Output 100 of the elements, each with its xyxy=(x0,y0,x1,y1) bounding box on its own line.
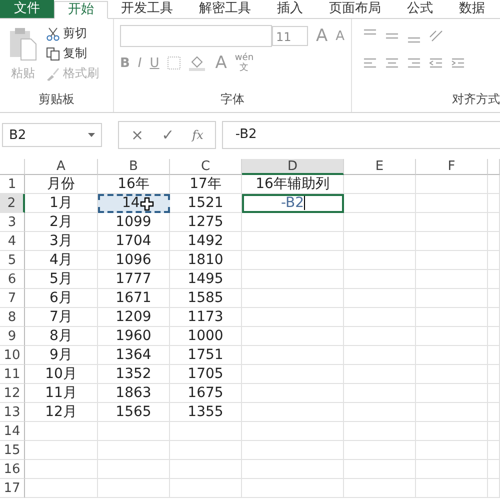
table-cell: 1352 xyxy=(98,365,170,384)
select-all-corner[interactable] xyxy=(0,159,25,175)
table-cell xyxy=(344,403,416,422)
table-cell xyxy=(488,346,500,365)
copy-button[interactable]: 复制 xyxy=(46,45,99,62)
ribbon-tab[interactable]: 公式 xyxy=(394,0,446,18)
table-cell: 2月 xyxy=(25,213,98,232)
group-label: 对齐方式 xyxy=(451,91,500,108)
table-cell: 16年辅助列 xyxy=(242,175,344,194)
table-cell: 7月 xyxy=(25,308,98,327)
insert-function-button[interactable]: fx xyxy=(192,128,204,142)
cancel-button[interactable]: × xyxy=(131,126,144,144)
table-cell: 1777 xyxy=(98,270,170,289)
table-cell: 1960 xyxy=(98,327,170,346)
table-cell xyxy=(416,175,488,194)
fill-bucket-icon xyxy=(189,55,208,71)
table-cell xyxy=(170,460,242,479)
table-cell: 11月 xyxy=(25,384,98,403)
table-cell xyxy=(416,460,488,479)
row-header[interactable]: 12 xyxy=(0,384,25,403)
row-header[interactable]: 17 xyxy=(0,479,25,498)
ribbon-tab[interactable]: 页面布局 xyxy=(316,0,394,18)
row-header[interactable]: 15 xyxy=(0,441,25,460)
table-cell xyxy=(344,213,416,232)
name-box[interactable]: B2 xyxy=(2,123,102,147)
table-cell xyxy=(344,479,416,498)
table-cell: 1565 xyxy=(98,403,170,422)
ribbon-tab[interactable]: 解密工具 xyxy=(186,0,264,18)
table-cell xyxy=(344,175,416,194)
border-icon xyxy=(167,56,182,70)
row-header[interactable]: 2 xyxy=(0,194,25,213)
table-cell xyxy=(488,422,500,441)
table-cell xyxy=(416,289,488,308)
table-cell xyxy=(416,441,488,460)
column-header[interactable]: F xyxy=(416,159,488,175)
row-header[interactable]: 16 xyxy=(0,460,25,479)
ribbon-tab[interactable]: 插入 xyxy=(264,0,316,18)
table-cell: 1704 xyxy=(98,232,170,251)
table-cell: 10月 xyxy=(25,365,98,384)
table-cell: 1355 xyxy=(170,403,242,422)
row-header[interactable]: 13 xyxy=(0,403,25,422)
table-cell xyxy=(416,422,488,441)
row-header[interactable]: 14 xyxy=(0,422,25,441)
ribbon-tab[interactable]: 文件 xyxy=(0,0,54,18)
row-header[interactable]: 3 xyxy=(0,213,25,232)
table-cell xyxy=(344,251,416,270)
column-header[interactable]: D xyxy=(242,159,344,175)
ribbon-tab[interactable]: 开发工具 xyxy=(108,0,186,18)
table-cell xyxy=(488,365,500,384)
group-label: 剪贴板 xyxy=(38,91,76,108)
table-cell: 1705 xyxy=(170,365,242,384)
table-cell: 1209 xyxy=(98,308,170,327)
brush-icon xyxy=(46,66,60,80)
column-header[interactable]: B xyxy=(98,159,170,175)
table-cell xyxy=(98,441,170,460)
table-cell xyxy=(416,270,488,289)
table-cell xyxy=(170,479,242,498)
table-cell xyxy=(344,365,416,384)
row-header[interactable]: 6 xyxy=(0,270,25,289)
table-cell xyxy=(344,289,416,308)
table-cell xyxy=(488,194,500,213)
column-header[interactable]: A xyxy=(25,159,98,175)
phonetic-button[interactable]: wén 文 xyxy=(234,53,254,73)
table-cell: 8月 xyxy=(25,327,98,346)
table-cell xyxy=(344,308,416,327)
table-cell xyxy=(344,460,416,479)
copy-icon xyxy=(46,46,60,60)
row-header[interactable]: 7 xyxy=(0,289,25,308)
enter-button[interactable]: ✓ xyxy=(162,126,174,144)
row-header[interactable]: 4 xyxy=(0,232,25,251)
table-cell xyxy=(416,479,488,498)
table-cell xyxy=(344,270,416,289)
table-cell xyxy=(344,346,416,365)
table-cell xyxy=(488,308,500,327)
table-cell xyxy=(98,422,170,441)
formula-field[interactable]: -B2 xyxy=(222,121,500,149)
table-cell xyxy=(416,213,488,232)
font-name-field[interactable] xyxy=(120,25,272,47)
table-cell: 1675 xyxy=(170,384,242,403)
table-cell: -B2 xyxy=(242,194,344,213)
table-cell xyxy=(416,384,488,403)
row-header[interactable]: 8 xyxy=(0,308,25,327)
cut-button[interactable]: 剪切 xyxy=(46,25,99,42)
row-header[interactable]: 5 xyxy=(0,251,25,270)
table-cell xyxy=(488,384,500,403)
font-size-field[interactable]: 11 xyxy=(272,26,308,46)
table-cell: 月份 xyxy=(25,175,98,194)
table-cell xyxy=(416,327,488,346)
table-cell xyxy=(344,422,416,441)
row-header[interactable]: 9 xyxy=(0,327,25,346)
clipboard-icon xyxy=(8,27,38,61)
column-header[interactable]: E xyxy=(344,159,416,175)
row-header[interactable]: 11 xyxy=(0,365,25,384)
table-cell: 14 xyxy=(98,194,170,213)
table-cell xyxy=(344,327,416,346)
table-cell xyxy=(416,308,488,327)
row-header[interactable]: 10 xyxy=(0,346,25,365)
ribbon-tab[interactable]: 开始 xyxy=(54,1,108,19)
ribbon-tab[interactable]: 数据 xyxy=(446,0,498,18)
table-cell: 1492 xyxy=(170,232,242,251)
